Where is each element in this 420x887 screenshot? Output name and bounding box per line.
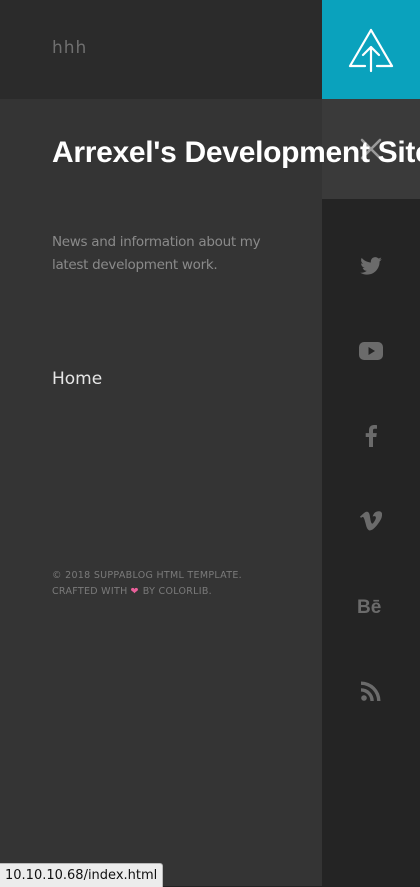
footer-crafted-prefix: CRAFTED WITH <box>52 586 128 597</box>
site-title: Arrexel's Development Site <box>52 136 420 169</box>
side-panel <box>0 99 322 886</box>
youtube-icon <box>359 342 383 360</box>
youtube-link[interactable] <box>322 331 420 371</box>
footer-crafted: CRAFTED WITH ❤ BY COLORLIB. <box>52 584 242 600</box>
status-bar-url: 10.10.10.68/index.html <box>0 863 164 887</box>
rss-link[interactable] <box>322 671 420 711</box>
twitter-link[interactable] <box>322 246 420 286</box>
site-description: News and information about my latest dev… <box>52 234 261 273</box>
vimeo-icon <box>360 511 382 531</box>
facebook-icon <box>365 425 377 447</box>
facebook-link[interactable] <box>322 416 420 456</box>
vimeo-link[interactable] <box>322 501 420 541</box>
social-sidebar: Bē <box>322 199 420 886</box>
behance-icon: Bē <box>357 597 381 616</box>
nav-link-home[interactable]: Home <box>52 369 102 389</box>
heart-icon: ❤ <box>130 586 139 597</box>
footer-crafted-suffix: BY COLORLIB. <box>142 586 212 597</box>
rss-icon <box>361 681 381 701</box>
svg-text:Bē: Bē <box>357 597 381 616</box>
twitter-icon <box>360 257 382 275</box>
upload-arrow-logo-icon <box>348 28 394 72</box>
behance-link[interactable]: Bē <box>322 586 420 626</box>
header-tagline: hhh <box>52 38 88 58</box>
footer-credit: © 2018 SUPPABLOG HTML TEMPLATE. CRAFTED … <box>52 568 242 600</box>
footer-copyright: © 2018 SUPPABLOG HTML TEMPLATE. <box>52 570 242 581</box>
header-bar: hhh <box>0 0 322 99</box>
logo-button[interactable] <box>322 0 420 99</box>
